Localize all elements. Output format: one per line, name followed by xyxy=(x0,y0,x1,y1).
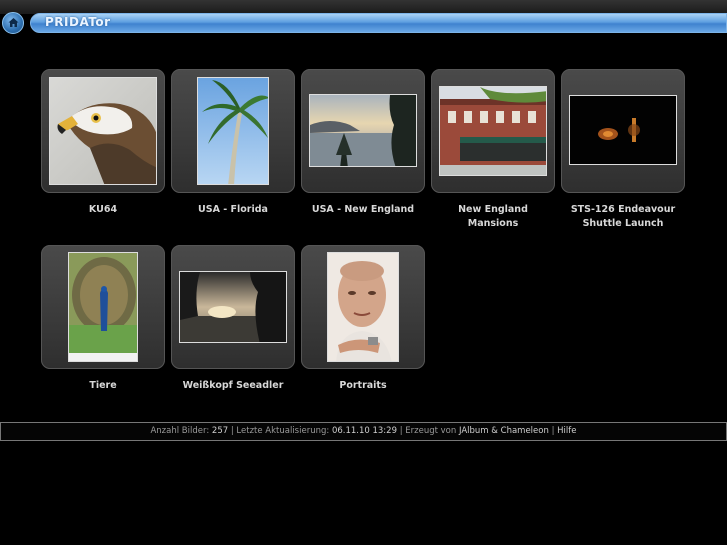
help-link[interactable]: Hilfe xyxy=(557,426,576,436)
album-label[interactable]: USA - Florida xyxy=(171,203,295,217)
album-label[interactable]: KU64 xyxy=(41,203,165,217)
last-update-value: 06.11.10 13:29 xyxy=(331,426,397,436)
album-label[interactable]: Portraits xyxy=(301,379,425,393)
album-usa-florida[interactable]: USA - Florida xyxy=(171,69,295,217)
album-thumbnail-lake[interactable] xyxy=(309,94,417,167)
thumbnail-frame xyxy=(171,69,295,193)
image-count-value: 257 xyxy=(211,426,229,436)
thumbnail-frame xyxy=(41,245,165,369)
ampersand: & xyxy=(491,426,498,436)
album-portraits[interactable]: Portraits xyxy=(301,245,425,393)
thumbnail-frame xyxy=(301,245,425,369)
image-count-label: Anzahl Bilder: xyxy=(150,426,210,436)
album-tiere[interactable]: Tiere xyxy=(41,245,165,393)
thumbnail-frame xyxy=(171,245,295,369)
thumbnail-frame xyxy=(561,69,685,193)
album-label[interactable]: Tiere xyxy=(41,379,165,393)
album-thumbnail-palm[interactable] xyxy=(197,77,269,185)
album-label[interactable]: Weißkopf Seeadler xyxy=(171,379,295,393)
footer-status-bar: Anzahl Bilder: 257 | Letzte Aktualisieru… xyxy=(0,422,727,441)
album-label[interactable]: New England Mansions xyxy=(431,203,555,231)
gallery-page: PRIDATor KU64 USA - Florida USA - New En… xyxy=(0,0,727,545)
separator: | xyxy=(399,426,403,436)
generated-by-label: Erzeugt von xyxy=(405,426,457,436)
home-button[interactable] xyxy=(2,12,24,34)
album-thumbnail-peacock[interactable] xyxy=(68,252,138,362)
album-weisskopf-seeadler[interactable]: Weißkopf Seeadler xyxy=(171,245,295,393)
album-thumbnail-portrait[interactable] xyxy=(327,252,399,362)
album-thumbnail-building[interactable] xyxy=(439,86,547,176)
top-strip xyxy=(0,0,727,14)
album-thumbnail-eagle[interactable] xyxy=(49,77,157,185)
page-title: PRIDATor xyxy=(45,15,111,29)
chameleon-link[interactable]: Chameleon xyxy=(501,426,549,436)
album-label[interactable]: USA - New England xyxy=(301,203,425,217)
separator: | xyxy=(230,426,234,436)
album-sts-126-endeavour[interactable]: STS-126 Endeavour Shuttle Launch xyxy=(561,69,685,231)
last-update-label: Letzte Aktualisierung: xyxy=(236,426,330,436)
home-icon xyxy=(8,18,19,27)
jalbum-link[interactable]: JAlbum xyxy=(459,426,489,436)
album-ku64[interactable]: KU64 xyxy=(41,69,165,217)
album-thumbnail-shuttle[interactable] xyxy=(569,95,677,165)
title-bar: PRIDATor xyxy=(30,13,727,33)
album-label[interactable]: STS-126 Endeavour Shuttle Launch xyxy=(561,203,685,231)
separator: | xyxy=(551,426,555,436)
album-new-england-mansions[interactable]: New England Mansions xyxy=(431,69,555,231)
thumbnail-frame xyxy=(41,69,165,193)
album-thumbnail-sunset[interactable] xyxy=(179,271,287,343)
album-usa-new-england[interactable]: USA - New England xyxy=(301,69,425,217)
thumbnail-frame xyxy=(431,69,555,193)
thumbnail-frame xyxy=(301,69,425,193)
